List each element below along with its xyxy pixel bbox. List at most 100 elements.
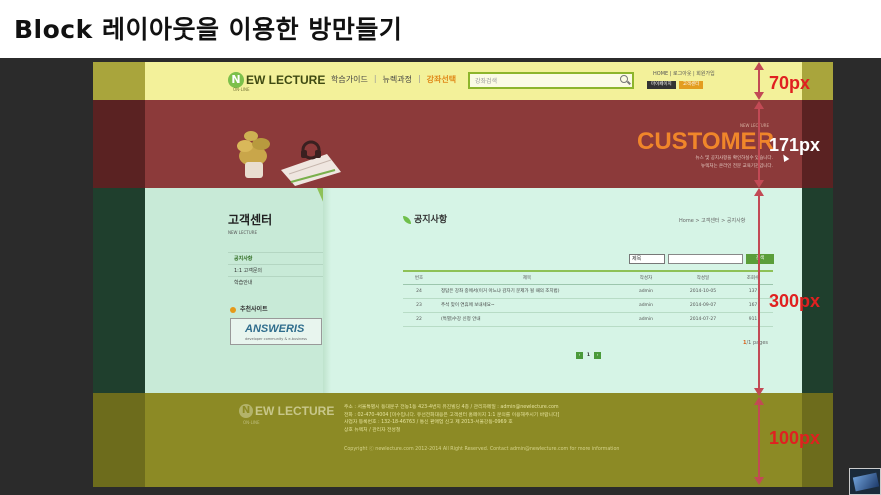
- board-title-text: 공지사항: [414, 215, 448, 225]
- leaf-icon: [403, 215, 411, 224]
- arrow-down-icon: [754, 180, 764, 188]
- plant-illustration-icon: [237, 131, 341, 186]
- cell-hits: 167: [733, 298, 773, 313]
- cell-date: 2014-10-05: [673, 284, 733, 299]
- column-header: 제목: [435, 270, 619, 285]
- mypage-button[interactable]: 마이페이지: [647, 81, 676, 89]
- annotation-header-height: 70px: [769, 73, 811, 93]
- footer-logo: N EW LECTURE: [239, 404, 334, 418]
- sidebar-item-inquiry[interactable]: 1:1 고객문의: [228, 264, 323, 276]
- footer-info-line: 전화 : 02-470-4004 [미수입니다. 유선전화대응은 고객센터 홈페…: [344, 412, 560, 418]
- site-logo[interactable]: N EW LECTURE: [228, 72, 325, 88]
- prev-page-icon[interactable]: ‹: [576, 352, 583, 359]
- answers-logo: ANSWERIS: [245, 323, 305, 335]
- cell-no: 23: [403, 298, 435, 313]
- visual-title: CUSTOMER: [637, 128, 774, 155]
- page-number[interactable]: 1: [585, 352, 592, 359]
- header-band: N EW LECTURE ON-LINE 학습가이드 | 뉴렉과정 | 강좌선택…: [93, 62, 833, 100]
- footer-logo-text: EW LECTURE: [255, 404, 335, 418]
- page-count: 1/1 pages: [743, 340, 768, 346]
- slide-thumbnail-icon: [849, 468, 881, 495]
- footer-info-line: 사업자 등록번호 : 132-18-46763 / 통신 판매업 신고 제 20…: [344, 420, 513, 426]
- visual-inner: NEW LECTURE CUSTOMER 뉴스 및 공지사항을 확인하실수 있습…: [145, 100, 802, 188]
- bullet-icon: [230, 306, 236, 313]
- logo-subtitle: ON-LINE: [233, 87, 250, 92]
- logo-text: EW LECTURE: [246, 73, 326, 87]
- search-box[interactable]: 강좌검색: [468, 72, 634, 89]
- page-shadow: [323, 188, 331, 393]
- recommended-sites-label: 추천사이트: [240, 306, 268, 313]
- util-buttons: 마이페이지 고객센터: [647, 81, 704, 89]
- nav-divider: |: [417, 74, 421, 83]
- footer-info: 주소 : 서울특별시 동대문구 전농1동 423-4번지 유진빌딩 4층 / 관…: [344, 404, 559, 434]
- cell-subject[interactable]: (특별)수강 신청 안내: [435, 312, 619, 327]
- nav-divider: |: [373, 74, 377, 83]
- nav-item-course[interactable]: 뉴렉과정: [383, 74, 412, 85]
- sidebar-menu: 공지사항 1:1 고객문의 학습안내: [228, 252, 323, 288]
- screenshot-stage: N EW LECTURE ON-LINE 학습가이드 | 뉴렉과정 | 강좌선택…: [0, 58, 881, 495]
- annotation-visual-height: 171px: [769, 135, 821, 155]
- table-header-row: 번호 제목 작성자 작성일 조회수: [403, 270, 773, 285]
- cell-hits: 911: [733, 312, 773, 327]
- cell-date: 2014-09-07: [673, 298, 733, 313]
- cell-no: 24: [403, 284, 435, 299]
- nav-item-lecture[interactable]: 강좌선택: [427, 74, 456, 85]
- table-row[interactable]: 23 추석 맞이 연휴에 보내세요~ admin 2014-09-07 167: [403, 298, 773, 313]
- column-header: 조회수: [733, 270, 773, 285]
- sidebar-item-guide[interactable]: 학습안내: [228, 276, 323, 288]
- footer-logo-mark-icon: N: [239, 404, 253, 418]
- cell-subject[interactable]: 추석 맞이 연휴에 보내세요~: [435, 298, 619, 313]
- breadcrumb: Home > 고객센터 > 공지사항: [679, 218, 746, 224]
- board-search-button[interactable]: 검색: [746, 254, 774, 264]
- annotation-content-height: 300px: [769, 291, 821, 311]
- visual-band: NEW LECTURE CUSTOMER 뉴스 및 공지사항을 확인하실수 있습…: [93, 100, 833, 188]
- column-header: 작성자: [619, 270, 673, 285]
- main-nav: 학습가이드 | 뉴렉과정 | 강좌선택: [331, 74, 456, 85]
- column-header: 번호: [403, 270, 435, 285]
- cell-hits: 137: [733, 284, 773, 299]
- table-row[interactable]: 22 (특별)수강 신청 안내 admin 2014-07-27 911: [403, 312, 773, 327]
- cell-no: 22: [403, 312, 435, 327]
- customer-center-button[interactable]: 고객센터: [678, 81, 704, 89]
- footer-logo-subtitle: ON-LINE: [243, 420, 260, 425]
- annotation-line: [758, 404, 760, 480]
- search-icon[interactable]: [620, 75, 628, 83]
- table-row[interactable]: 24 정답은 강좌 중에서(이거 아느냐 감자기 문제가 될 때의 조치법) a…: [403, 284, 773, 299]
- sidebar-subtitle: NEW LECTURE: [228, 230, 257, 235]
- util-links[interactable]: HOME | 로그아웃 | 회원가입: [653, 70, 715, 77]
- footer-copyright: Copyright ⓒ newlecture.com 2012-2014 All…: [344, 447, 620, 452]
- pagination: ‹ 1 ›: [576, 352, 601, 359]
- content-band: 고객센터 NEW LECTURE 공지사항 1:1 고객문의 학습안내 추천사이…: [93, 188, 833, 393]
- annotation-line: [758, 68, 760, 94]
- annotation-line: [758, 108, 760, 183]
- arrow-down-icon: [754, 92, 764, 100]
- sidebar-item-notice[interactable]: 공지사항: [228, 252, 323, 264]
- cell-writer: admin: [619, 284, 673, 299]
- recommended-sites-title: 추천사이트: [230, 304, 268, 313]
- sidebar-page: 고객센터 NEW LECTURE 공지사항 1:1 고객문의 학습안내 추천사이…: [145, 188, 330, 393]
- arrow-down-icon: [754, 477, 764, 485]
- footer-band: N EW LECTURE ON-LINE 주소 : 서울특별시 동대문구 전농1…: [93, 393, 833, 487]
- footer-inner: N EW LECTURE ON-LINE 주소 : 서울특별시 동대문구 전농1…: [145, 393, 802, 487]
- arrow-down-icon: [754, 388, 764, 396]
- board-search-input[interactable]: [668, 254, 743, 264]
- cell-writer: admin: [619, 298, 673, 313]
- column-header: 작성일: [673, 270, 733, 285]
- slide-title: Block 레이아웃을 이용한 방만들기: [14, 15, 403, 44]
- annotation-footer-height: 100px: [769, 428, 821, 448]
- content-inner: 고객센터 NEW LECTURE 공지사항 1:1 고객문의 학습안내 추천사이…: [145, 188, 802, 393]
- notice-table: 번호 제목 작성자 작성일 조회수 24 정답은 강좌 중에서(이거 아느냐 감…: [403, 270, 773, 327]
- cell-subject[interactable]: 정답은 강좌 중에서(이거 아느냐 감자기 문제가 될 때의 조치법): [435, 284, 619, 299]
- next-page-icon[interactable]: ›: [594, 352, 601, 359]
- website-mockup: N EW LECTURE ON-LINE 학습가이드 | 뉴렉과정 | 강좌선택…: [93, 62, 833, 487]
- sidebar-title: 고객센터: [228, 213, 273, 227]
- cell-date: 2014-07-27: [673, 312, 733, 327]
- answers-banner[interactable]: ANSWERIS developer community & e-busines…: [230, 318, 322, 345]
- search-field-select[interactable]: 제목: [629, 254, 665, 264]
- answers-tagline: developer community & e-business: [245, 337, 308, 341]
- nav-item-guide[interactable]: 학습가이드: [331, 74, 368, 85]
- footer-info-line: 주소 : 서울특별시 동대문구 전농1동 423-4번지 유진빌딩 4층 / 관…: [344, 405, 559, 410]
- board-title: 공지사항: [403, 212, 447, 225]
- footer-info-line: 상호 뉴렉처 / 관리자 전성철: [344, 427, 401, 433]
- search-input[interactable]: 강좌검색: [475, 76, 497, 85]
